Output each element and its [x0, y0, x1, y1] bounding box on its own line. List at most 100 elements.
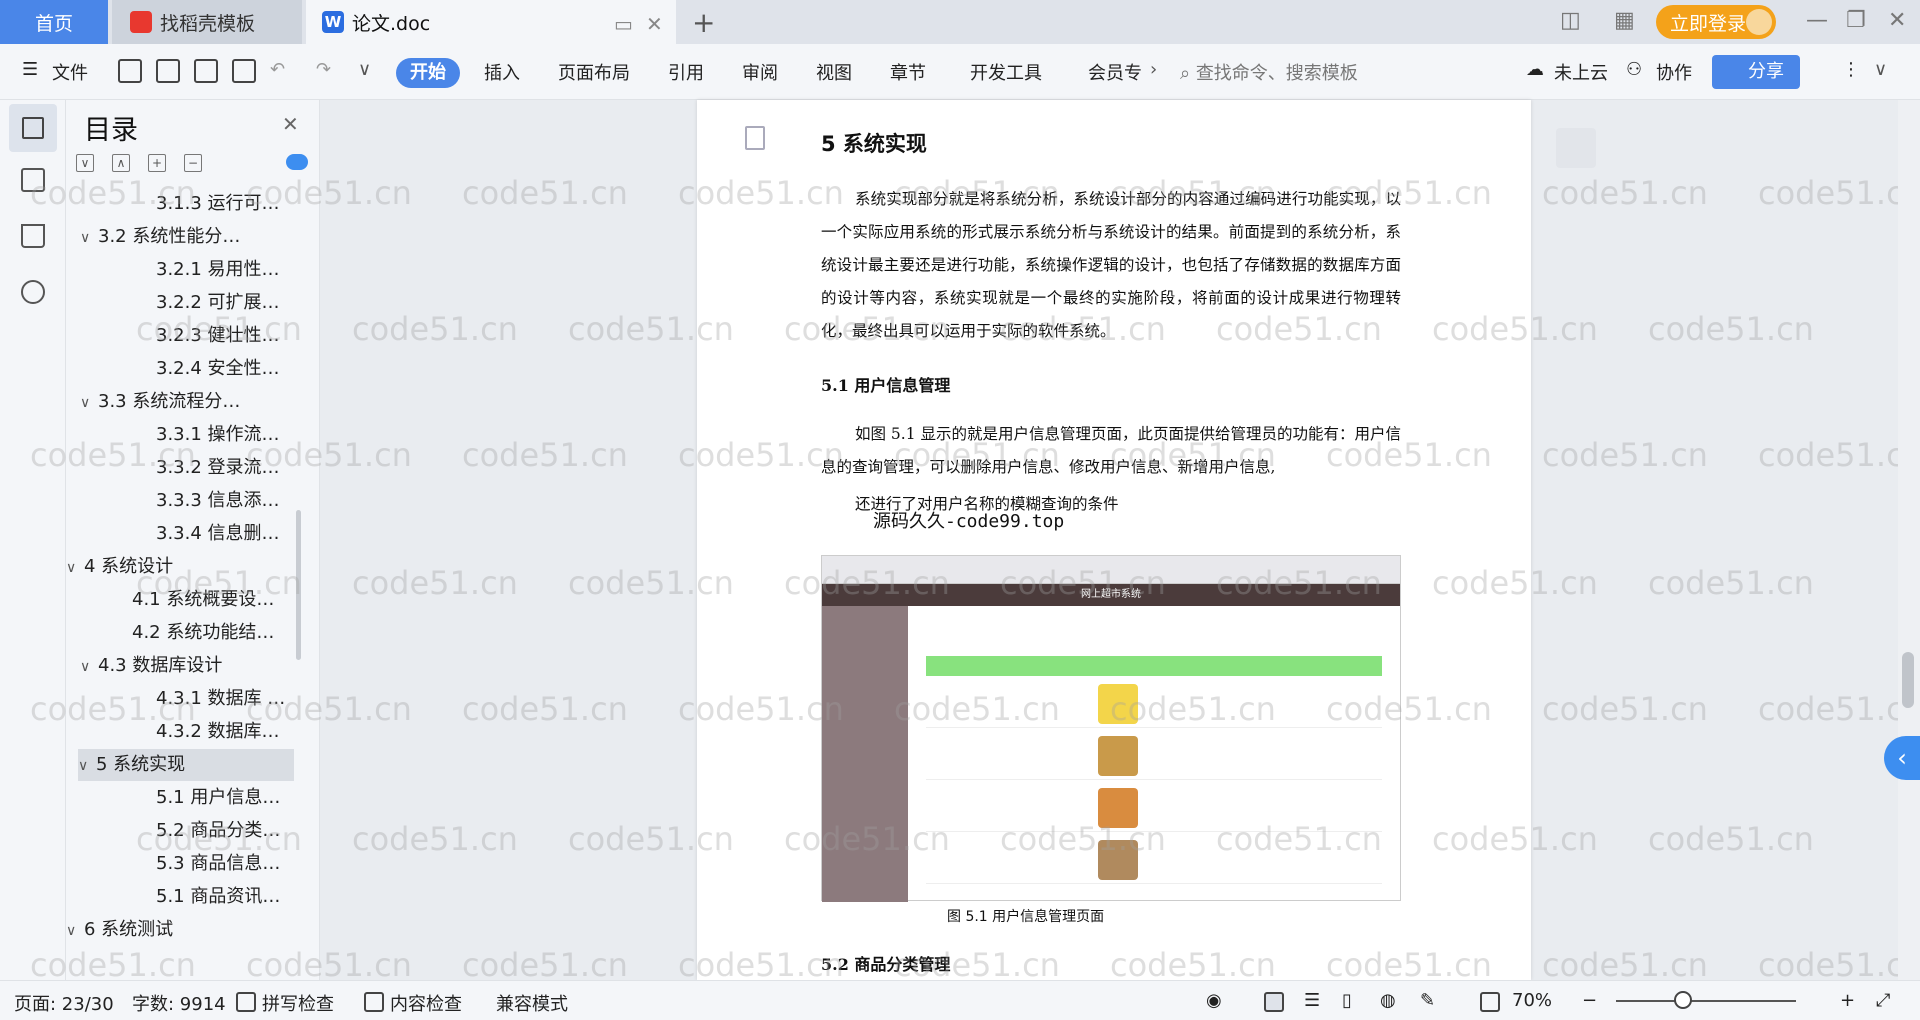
menu-start[interactable]: 开始 — [396, 58, 460, 88]
toc-item[interactable]: 4.2 系统功能结… — [66, 617, 294, 649]
toc-item[interactable]: ∨ 4 系统设计 — [66, 551, 294, 583]
chevron-down-icon[interactable]: ∨ — [78, 750, 96, 781]
web-view-icon[interactable]: ◍ — [1380, 990, 1396, 1011]
filter-panel-button[interactable] — [1556, 128, 1596, 168]
tab-template[interactable]: 找稻壳模板 — [112, 0, 302, 44]
preview-icon[interactable] — [232, 59, 256, 83]
more-icon[interactable]: ⋮ — [1842, 59, 1860, 80]
menu-member[interactable]: 会员专 — [1088, 59, 1142, 85]
file-menu[interactable]: 文件 — [52, 59, 88, 85]
chevron-down-icon[interactable]: ∨ — [66, 915, 84, 946]
command-search[interactable]: ⌕ 查找命令、搜索模板 — [1180, 59, 1358, 85]
bookmark-icon[interactable] — [21, 224, 45, 248]
close-icon[interactable]: ✕ — [282, 112, 299, 136]
restore-icon[interactable]: ❐ — [1846, 8, 1866, 33]
toc-item[interactable]: 3.2.1 易用性… — [66, 254, 294, 286]
collapse-all-icon[interactable]: ∨ — [76, 154, 94, 172]
zoom-slider-knob[interactable] — [1674, 991, 1692, 1009]
toc-item[interactable]: 3.2.2 可扩展… — [66, 287, 294, 319]
collab-icon[interactable]: ⚇ — [1626, 59, 1642, 80]
scrollbar-thumb[interactable] — [1902, 652, 1914, 708]
chevron-down-icon[interactable]: ∨ — [80, 222, 98, 253]
toc-item[interactable]: ∨ 3.3 系统流程分… — [66, 386, 294, 418]
menu-references[interactable]: 引用 — [668, 59, 704, 85]
vertical-scrollbar[interactable] — [1898, 100, 1920, 980]
toc-item[interactable]: 4.3.1 数据库 … — [66, 683, 294, 715]
new-tab-button[interactable]: + — [692, 6, 715, 39]
menu-view[interactable]: 视图 — [816, 59, 852, 85]
remove-heading-icon[interactable]: − — [184, 154, 202, 172]
zoom-out-icon[interactable]: − — [1582, 990, 1597, 1011]
undo-icon[interactable]: ↶ — [270, 59, 285, 80]
toc-item[interactable]: ∨ 5 系统实现 — [78, 749, 294, 781]
figure-screenshot[interactable]: 网上超市系统 — [821, 555, 1401, 902]
chevron-down-icon[interactable]: ∨ — [358, 59, 371, 80]
hamburger-icon[interactable]: ☰ — [22, 59, 38, 80]
pen-icon[interactable]: ✎ — [1420, 990, 1435, 1011]
toc-item[interactable]: 5.1 用户信息… — [66, 782, 294, 814]
redo-icon[interactable]: ↷ — [316, 59, 331, 80]
toc-item[interactable]: 3.3.2 登录流… — [66, 452, 294, 484]
chevron-down-icon[interactable]: ∨ — [80, 651, 98, 682]
toc-item[interactable]: ∨ 6 系统测试 — [66, 914, 294, 946]
page-view-icon[interactable] — [1264, 992, 1284, 1012]
toc-scrollbar[interactable] — [296, 510, 301, 660]
save-icon[interactable] — [118, 59, 142, 83]
tab-home[interactable]: 首页 — [0, 0, 108, 44]
spell-check-button[interactable]: 拼写检查 — [262, 990, 334, 1016]
toc-item[interactable]: 4.1 系统概要设… — [66, 584, 294, 616]
page-counter[interactable]: 页面: 23/30 — [14, 990, 114, 1016]
content-check-button[interactable]: 内容检查 — [390, 990, 462, 1016]
toc-item[interactable]: 5.2 商品分类… — [66, 815, 294, 847]
toc-item[interactable]: ∨ 3.2 系统性能分… — [66, 221, 294, 253]
toc-item[interactable]: 3.2.3 健壮性… — [66, 320, 294, 352]
menu-insert[interactable]: 插入 — [484, 59, 520, 85]
cloud-status[interactable]: 未上云 — [1554, 59, 1608, 85]
zoom-in-icon[interactable]: + — [1840, 990, 1855, 1011]
fullscreen-icon[interactable]: ⤢ — [1876, 990, 1890, 1011]
toc-item[interactable]: 3.3.4 信息删… — [66, 518, 294, 550]
word-count[interactable]: 字数: 9914 — [132, 990, 226, 1016]
export-icon[interactable] — [156, 59, 180, 83]
toc-item[interactable]: 3.3.1 操作流… — [66, 419, 294, 451]
read-mode-icon[interactable]: ▯ — [1342, 990, 1352, 1011]
collapse-ribbon-icon[interactable]: ∨ — [1874, 59, 1887, 80]
toc-rail-button[interactable] — [9, 104, 57, 152]
menu-review[interactable]: 审阅 — [742, 59, 778, 85]
share-button[interactable]: 分享 — [1712, 55, 1800, 89]
navigation-icon[interactable] — [21, 168, 45, 192]
print-icon[interactable] — [194, 59, 218, 83]
close-window-icon[interactable]: ✕ — [1888, 8, 1906, 33]
cloud-icon[interactable]: ☁ — [1526, 59, 1544, 80]
window-icon[interactable]: ▭ — [614, 12, 633, 36]
collab-button[interactable]: 协作 — [1656, 59, 1692, 85]
layout-icon[interactable]: ◫ — [1560, 8, 1581, 33]
toc-item[interactable]: 3.3.3 信息添… — [66, 485, 294, 517]
toc-item[interactable]: 3.2.4 安全性… — [66, 353, 294, 385]
toc-item[interactable]: 4.3.2 数据库… — [66, 716, 294, 748]
ai-assistant-icon[interactable] — [286, 154, 308, 170]
expand-up-icon[interactable]: ∧ — [112, 154, 130, 172]
zoom-level[interactable]: 70% — [1512, 990, 1552, 1011]
menu-page-layout[interactable]: 页面布局 — [558, 59, 630, 85]
toc-item[interactable]: 3.1.3 运行可… — [66, 188, 294, 220]
menu-developer[interactable]: 开发工具 — [970, 59, 1042, 85]
eye-protection-icon[interactable]: ◉ — [1206, 990, 1222, 1011]
page-options-icon[interactable] — [745, 126, 765, 150]
side-panel-toggle[interactable]: ‹ — [1884, 736, 1920, 780]
menu-chapter[interactable]: 章节 — [890, 59, 926, 85]
fit-page-icon[interactable] — [1480, 992, 1500, 1012]
toc-item[interactable]: ∨ 4.3 数据库设计 — [66, 650, 294, 682]
tab-document[interactable]: W 论文.doc ▭ ✕ — [306, 0, 676, 44]
login-button[interactable]: 立即登录 — [1656, 5, 1776, 39]
outline-view-icon[interactable]: ☰ — [1304, 990, 1320, 1011]
more-menu-icon[interactable]: › — [1150, 59, 1157, 80]
add-heading-icon[interactable]: + — [148, 154, 166, 172]
chevron-down-icon[interactable]: ∨ — [66, 552, 84, 583]
chevron-down-icon[interactable]: ∨ — [80, 387, 98, 418]
toc-item[interactable]: 5.3 商品信息… — [66, 848, 294, 880]
toc-item[interactable]: 5.1 商品资讯… — [66, 881, 294, 913]
search-rail-icon[interactable] — [21, 280, 45, 304]
minimize-icon[interactable]: — — [1806, 8, 1828, 33]
grid-icon[interactable]: ▦ — [1614, 8, 1635, 33]
